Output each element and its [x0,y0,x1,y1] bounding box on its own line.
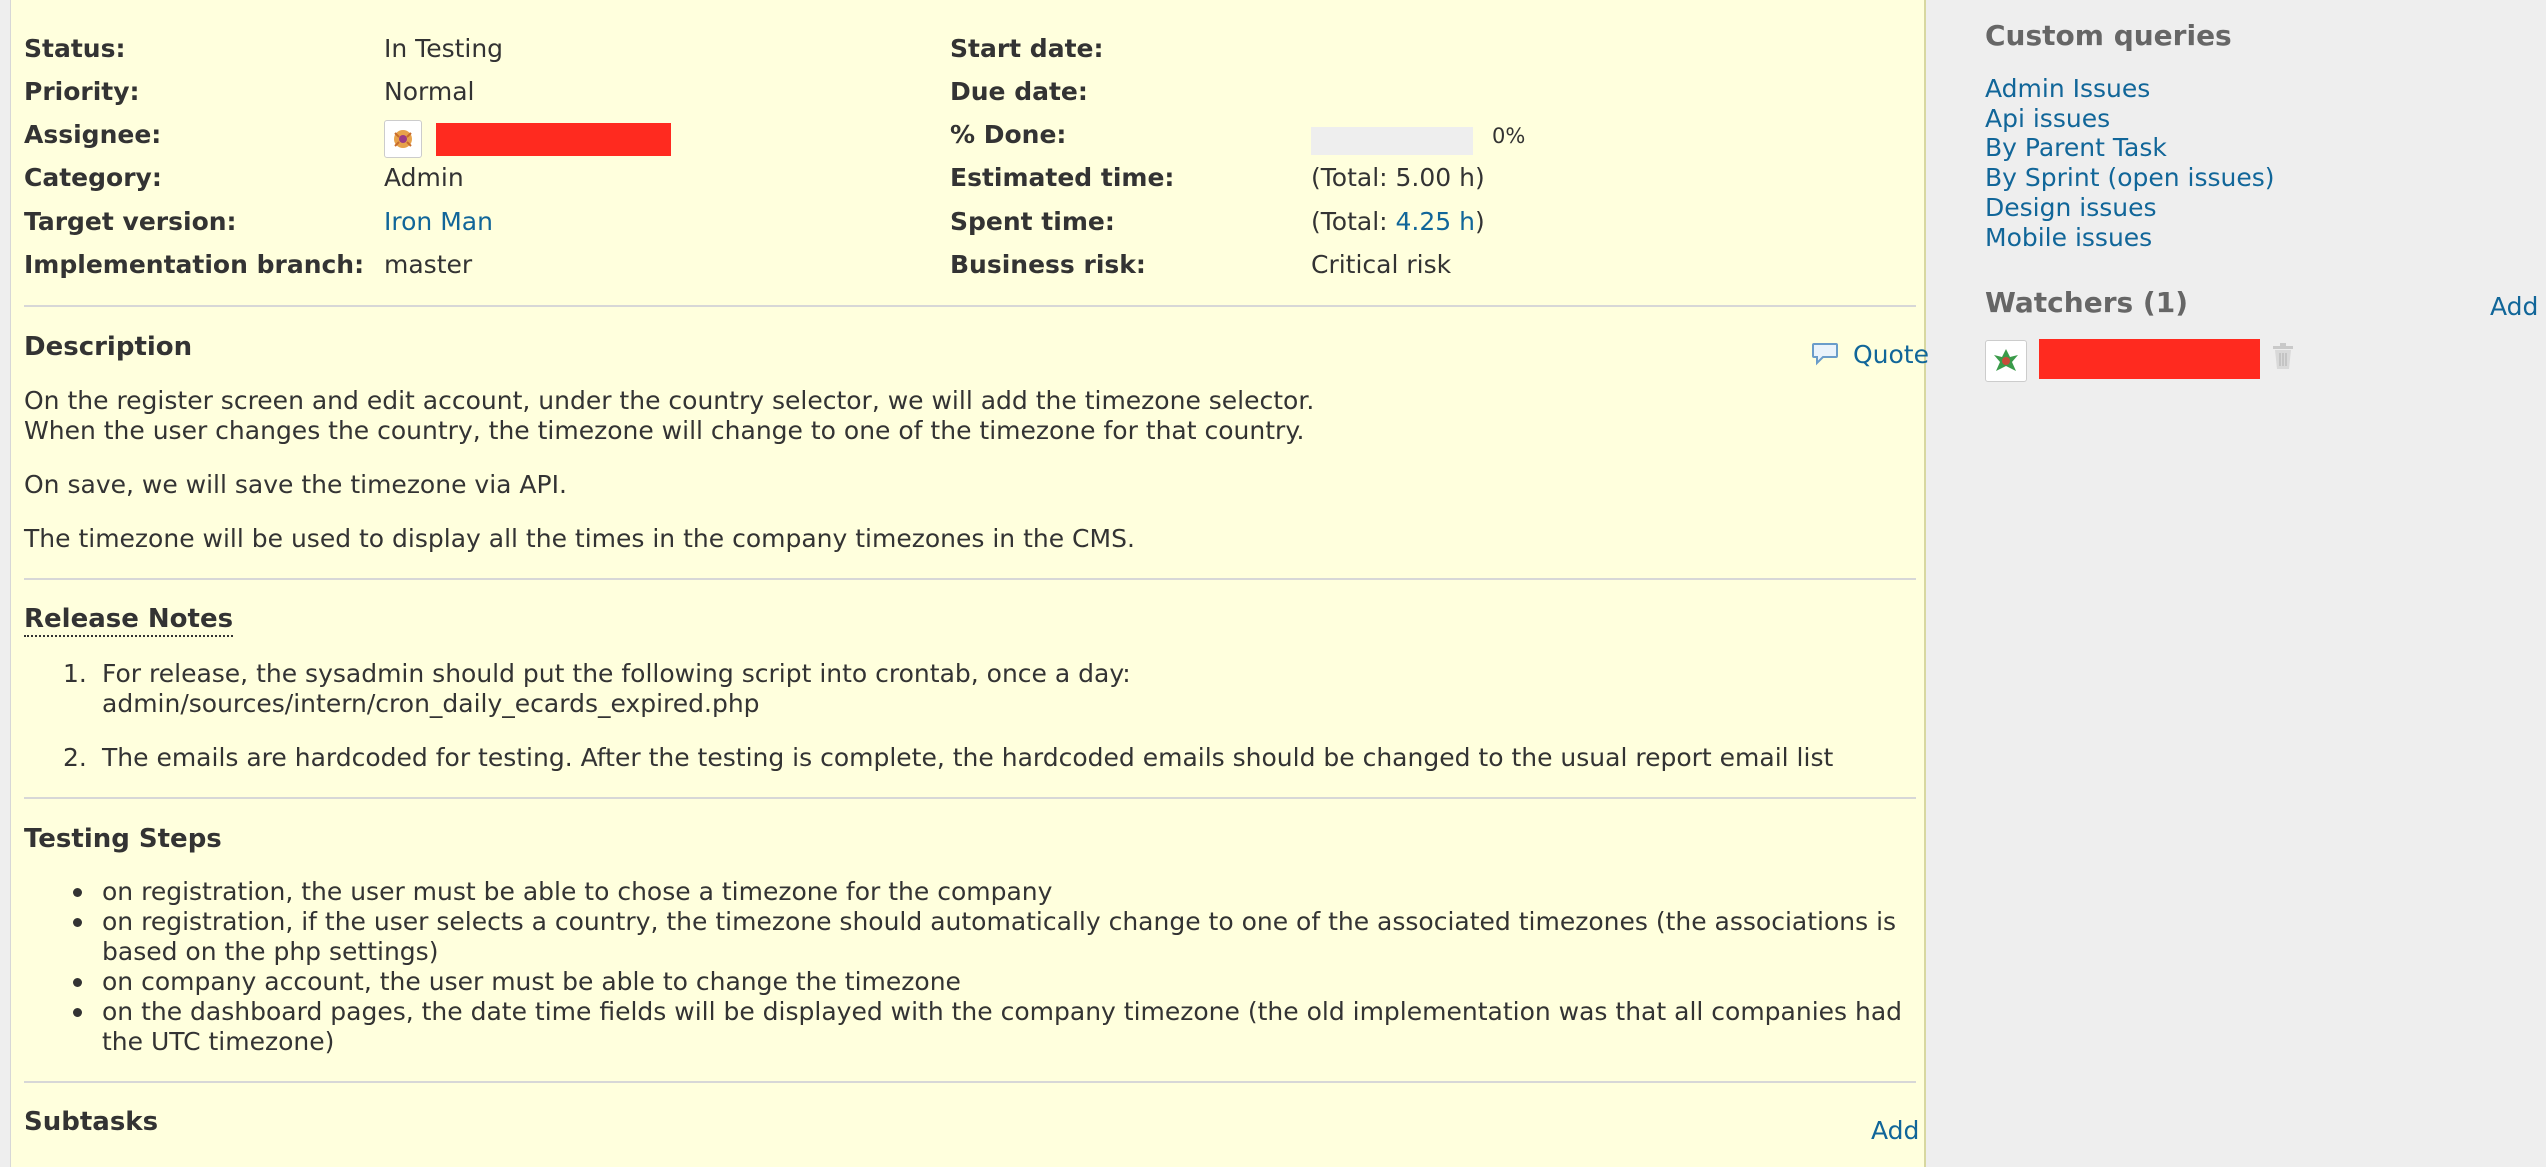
estimated-time-value: (Total: 5.00 h) [1311,163,1485,192]
priority-label: Priority: [24,77,140,106]
add-watcher-link[interactable]: Add [2490,292,2538,322]
release-note-number: 2. [63,743,87,772]
implementation-branch-label: Implementation branch: [24,250,365,279]
testing-step: on the dashboard pages, the date time fi… [102,997,1903,1056]
spent-time-suffix: ) [1474,207,1485,236]
category-value: Admin [384,163,464,192]
testing-step: on registration, if the user selects a c… [102,907,1897,966]
comment-icon [1812,343,1838,366]
release-note-number: 1. [63,659,87,688]
priority-value: Normal [384,77,475,106]
testing-step: on registration, the user must be able t… [102,877,1053,906]
quote-label[interactable]: Quote [1853,340,1929,369]
estimated-time-label: Estimated time: [950,163,1175,192]
testing-step: on company account, the user must be abl… [102,967,961,996]
business-risk-value: Critical risk [1311,250,1452,279]
spent-time-label: Spent time: [950,207,1115,236]
custom-query-link[interactable]: By Parent Task [1985,133,2167,163]
divider [24,1081,1916,1083]
assignee-avatar[interactable] [384,120,422,158]
target-version-label: Target version: [24,207,237,236]
custom-query-link[interactable]: Mobile issues [1985,223,2152,253]
delete-icon [2273,343,2293,369]
release-note-line: admin/sources/intern/cron_daily_ecards_e… [102,689,760,718]
custom-query-link[interactable]: Api issues [1985,104,2110,134]
spent-time-link[interactable]: 4.25 h [1396,207,1475,236]
custom-query-link[interactable]: By Sprint (open issues) [1985,163,2275,193]
due-date-label: Due date: [950,77,1088,106]
add-subtask-link[interactable]: Add [1871,1116,1919,1146]
bullet [73,918,82,927]
assignee-label: Assignee: [24,120,162,149]
watchers-title: Watchers (1) [1985,286,2188,319]
quote-button[interactable]: Quote [1811,340,1929,369]
description-line: When the user changes the country, the t… [24,416,1305,445]
target-version-link[interactable]: Iron Man [384,207,493,237]
description-line: On the register screen and edit account,… [24,386,1315,415]
watcher-name-redacted [2039,339,2260,379]
bullet [73,1008,82,1017]
divider [24,578,1916,580]
start-date-label: Start date: [950,34,1104,63]
avatar-icon [394,130,412,148]
sidebar: Custom queries Admin Issues Api issues B… [1950,0,2546,1167]
delete-watcher-button[interactable] [2270,341,2296,377]
bullet [73,978,82,987]
avatar-icon [1994,349,2018,371]
implementation-branch-value: master [384,250,473,279]
issue-panel: Status: In Testing Priority: Normal Assi… [10,0,1929,1167]
assignee-name-redacted [436,123,671,156]
category-label: Category: [24,163,162,192]
divider [24,797,1916,799]
status-label: Status: [24,34,126,63]
description-title: Description [24,332,193,362]
custom-queries-title: Custom queries [1985,19,2232,52]
subtasks-title: Subtasks [24,1107,159,1137]
custom-query-link[interactable]: Admin Issues [1985,74,2150,104]
percent-done-label: % Done: [950,120,1067,149]
divider [24,305,1916,307]
percent-done-value: 0% [1492,124,1526,148]
business-risk-label: Business risk: [950,250,1146,279]
release-notes-title: Release Notes [24,603,234,637]
bullet [73,888,82,897]
description-line: On save, we will save the timezone via A… [24,470,567,499]
release-note-line: For release, the sysadmin should put the… [102,659,1131,688]
custom-query-link[interactable]: Design issues [1985,193,2157,223]
release-note-line: The emails are hardcoded for testing. Af… [102,743,1834,772]
spent-time-value: (Total: 4.25 h) [1311,207,1485,237]
description-line: The timezone will be used to display all… [24,524,1135,553]
status-value: In Testing [384,34,504,63]
spent-time-prefix: (Total: [1311,207,1396,236]
testing-steps-title: Testing Steps [24,824,222,854]
progress-bar [1311,127,1473,155]
watcher-avatar[interactable] [1985,340,2027,382]
